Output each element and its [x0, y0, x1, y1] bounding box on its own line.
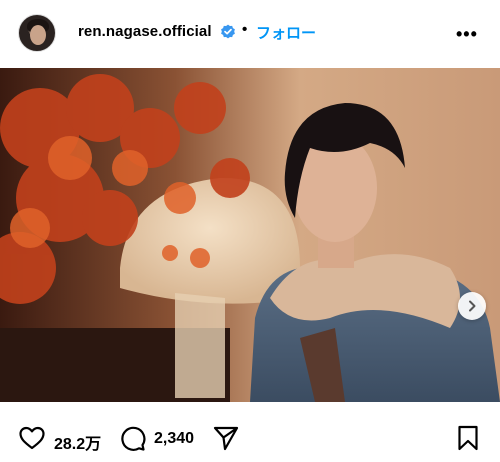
avatar[interactable] — [18, 14, 56, 52]
next-slide-button[interactable] — [458, 292, 486, 320]
avatar-face — [30, 25, 46, 45]
bookmark-icon[interactable] — [454, 424, 482, 452]
comment-icon[interactable] — [118, 424, 146, 452]
chevron-right-icon — [469, 300, 476, 312]
verified-badge-icon — [221, 24, 235, 39]
photo-illustration — [0, 68, 500, 402]
comment-count: 2,340 — [154, 430, 195, 447]
more-options-icon[interactable]: ••• — [456, 24, 478, 45]
username[interactable]: ren.nagase.official — [78, 23, 212, 40]
like-count: 28.2万 — [54, 436, 102, 453]
post-header: ren.nagase.official • フォロー ••• — [0, 0, 500, 66]
action-bar: 28.2万 2,340 — [0, 402, 500, 462]
post-photo[interactable] — [0, 68, 500, 402]
heart-icon[interactable] — [18, 424, 46, 452]
share-icon[interactable] — [212, 424, 240, 452]
separator-dot: • — [242, 21, 248, 38]
follow-button[interactable]: フォロー — [256, 22, 316, 43]
